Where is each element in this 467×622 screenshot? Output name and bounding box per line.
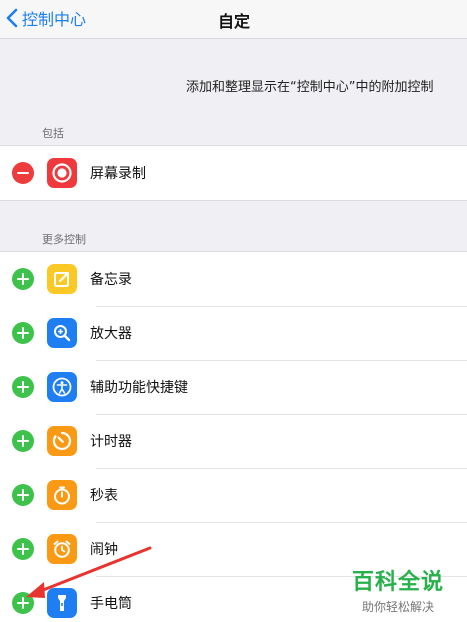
control-label: 手电筒 — [90, 596, 132, 612]
control-center-customize-screen: 控制中心 自定 添加和整理显示在“控制中心”中的附加控制 包括 屏幕录制 更多控… — [0, 0, 467, 622]
section-header-more: 更多控制 — [42, 233, 86, 246]
remove-button[interactable] — [12, 162, 34, 184]
control-row-screen-recording: 屏幕录制 — [0, 146, 467, 200]
add-button[interactable] — [12, 484, 34, 506]
stopwatch-icon — [47, 480, 77, 510]
chevron-left-icon — [6, 8, 18, 28]
timer-icon — [47, 426, 77, 456]
section-header-included: 包括 — [42, 127, 64, 140]
description-text: 添加和整理显示在“控制中心”中的附加控制 — [186, 80, 434, 95]
magnifier-icon — [47, 318, 77, 348]
add-button[interactable] — [12, 268, 34, 290]
add-button[interactable] — [12, 538, 34, 560]
add-button[interactable] — [12, 376, 34, 398]
add-button[interactable] — [12, 322, 34, 344]
control-label: 计时器 — [90, 434, 132, 450]
control-label: 辅助功能快捷键 — [90, 380, 188, 396]
control-row-magnifier: 放大器 — [0, 306, 467, 360]
notes-icon — [47, 264, 77, 294]
accessibility-icon — [47, 372, 77, 402]
control-row-notes: 备忘录 — [0, 252, 467, 306]
control-label: 屏幕录制 — [90, 166, 146, 182]
flashlight-icon — [47, 588, 77, 618]
control-label: 秒表 — [90, 488, 118, 504]
page-title: 自定 — [217, 12, 250, 31]
navigation-bar: 控制中心 自定 — [0, 0, 467, 39]
watermark-logo: 百科全说 助你轻松解决 — [343, 564, 453, 615]
control-label: 备忘录 — [90, 272, 132, 288]
control-row-accessibility-shortcut: 辅助功能快捷键 — [0, 360, 467, 414]
alarm-icon — [47, 534, 77, 564]
add-button[interactable] — [12, 592, 34, 614]
screen-record-icon — [47, 158, 77, 188]
add-button[interactable] — [12, 430, 34, 452]
control-label: 放大器 — [90, 326, 132, 342]
watermark-title: 百科全说 — [351, 570, 444, 595]
control-row-stopwatch: 秒表 — [0, 468, 467, 522]
control-label: 闹钟 — [90, 542, 118, 558]
watermark-subtitle: 助你轻松解决 — [361, 600, 434, 614]
included-controls-group: 屏幕录制 — [0, 145, 467, 201]
control-row-timer: 计时器 — [0, 414, 467, 468]
